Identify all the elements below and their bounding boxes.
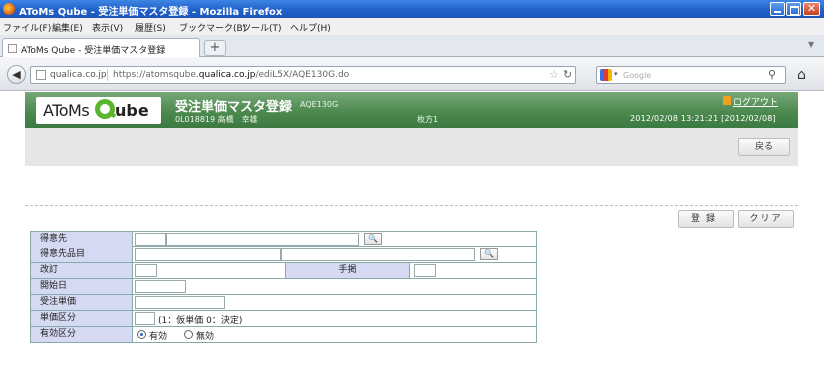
customer-search-button[interactable]: 🔍 bbox=[364, 233, 382, 245]
firefox-logo-icon bbox=[3, 3, 15, 15]
branch-name: 枚方1 bbox=[417, 115, 439, 124]
page-title: 受注単価マスタ登録 bbox=[175, 100, 293, 115]
row-price-category: 単価区分 (1：仮単価 0：決定) bbox=[30, 311, 537, 327]
price-category-input[interactable] bbox=[135, 312, 155, 325]
search-bar[interactable]: ▾ Google ⚲ bbox=[596, 66, 786, 84]
window-title: AToMs Qube - 受注単価マスタ登録 - Mozilla Firefox bbox=[19, 7, 283, 18]
row-unit-price: 受注単価 bbox=[30, 295, 537, 311]
datetime-display: 2012/02/08 13:21:21 [2012/02/08] bbox=[630, 114, 776, 123]
price-category-label: 単価区分 bbox=[31, 311, 133, 326]
tab-atoms-qube[interactable]: AToMs Qube - 受注単価マスタ登録 bbox=[2, 38, 200, 58]
screen-code: AQE130G bbox=[300, 100, 339, 109]
back-button[interactable]: ◀ bbox=[7, 65, 26, 84]
start-date-input[interactable] bbox=[135, 280, 186, 293]
url-bar[interactable]: qualica.co.jp https://atomsqube.qualica.… bbox=[30, 66, 576, 84]
row-start-date: 開始日 bbox=[30, 279, 537, 295]
new-tab-button[interactable]: + bbox=[204, 40, 226, 56]
close-window-button[interactable]: ✕ bbox=[803, 2, 820, 16]
window-titlebar: AToMs Qube - 受注単価マスタ登録 - Mozilla Firefox… bbox=[0, 0, 824, 18]
customer-item-code-input[interactable] bbox=[135, 248, 281, 261]
revision-input[interactable] bbox=[135, 264, 157, 277]
customer-item-label: 得意先品目 bbox=[31, 247, 133, 262]
customer-code-input[interactable] bbox=[135, 233, 166, 246]
app-header: AToMs ube 受注単価マスタ登録 AQE130G 0L018819 高橋 … bbox=[25, 92, 798, 128]
row-customer-item: 得意先品目 🔍 bbox=[30, 247, 537, 263]
home-icon[interactable]: ⌂ bbox=[797, 67, 806, 83]
valid-radio-label: 有効 bbox=[149, 332, 168, 342]
clear-button[interactable]: クリア bbox=[738, 210, 794, 228]
menu-help[interactable]: ヘルプ(H) bbox=[290, 21, 331, 34]
minimize-button[interactable] bbox=[770, 2, 785, 16]
close-icon: ✕ bbox=[806, 2, 817, 15]
url-text: https://atomsqube.qualica.co.jp/ediL5X/A… bbox=[113, 70, 350, 80]
menu-bookmarks[interactable]: ブックマーク(B) bbox=[179, 21, 246, 34]
row-customer: 得意先 🔍 bbox=[30, 231, 537, 247]
search-icon: 🔍 bbox=[368, 234, 378, 243]
google-engine-icon[interactable] bbox=[600, 69, 612, 81]
menu-tools[interactable]: ツール(T) bbox=[242, 21, 282, 34]
page-content: AToMs ube 受注単価マスタ登録 AQE130G 0L018819 高橋 … bbox=[0, 92, 824, 377]
logo-text-atoms: AToMs bbox=[43, 101, 90, 120]
valid-category-label: 有効区分 bbox=[31, 327, 133, 342]
customer-label: 得意先 bbox=[31, 232, 133, 247]
search-icon[interactable]: ⚲ bbox=[768, 68, 776, 81]
page-favicon-icon bbox=[8, 44, 17, 53]
logo-q-icon bbox=[95, 99, 117, 119]
invalid-radio[interactable] bbox=[184, 330, 193, 339]
toolbar: 戻る bbox=[25, 128, 798, 166]
section-divider bbox=[25, 205, 798, 206]
back-page-button[interactable]: 戻る bbox=[738, 138, 790, 156]
hand-over-input[interactable] bbox=[414, 264, 436, 277]
customer-item-search-button[interactable]: 🔍 bbox=[480, 248, 498, 260]
customer-name-input[interactable] bbox=[166, 233, 359, 246]
tab-list-icon[interactable]: ▼ bbox=[808, 40, 814, 49]
start-date-label: 開始日 bbox=[31, 279, 133, 294]
engine-dropdown-icon[interactable]: ▾ bbox=[614, 70, 618, 78]
logout-icon[interactable] bbox=[723, 96, 731, 105]
row-revision: 改訂 手掲 bbox=[30, 263, 537, 279]
menu-history[interactable]: 履歴(S) bbox=[135, 21, 166, 34]
menu-edit[interactable]: 編集(E) bbox=[52, 21, 83, 34]
search-icon: 🔍 bbox=[484, 249, 494, 258]
hand-over-label: 手掲 bbox=[285, 263, 410, 278]
logout-link[interactable]: ログアウト bbox=[733, 95, 778, 108]
search-placeholder: Google bbox=[623, 71, 652, 80]
site-identity-label: qualica.co.jp bbox=[50, 70, 107, 80]
atoms-qube-logo: AToMs ube bbox=[36, 97, 161, 124]
navigation-bar: ◀ qualica.co.jp https://atomsqube.qualic… bbox=[0, 57, 824, 91]
site-identity-icon[interactable] bbox=[36, 70, 46, 80]
maximize-button[interactable] bbox=[786, 2, 801, 16]
tab-title: AToMs Qube - 受注単価マスタ登録 bbox=[21, 46, 166, 56]
menu-file[interactable]: ファイル(F) bbox=[3, 21, 51, 34]
bookmark-star-icon[interactable]: ☆ bbox=[549, 68, 559, 81]
register-button[interactable]: 登録 bbox=[678, 210, 734, 228]
valid-radio[interactable] bbox=[137, 330, 146, 339]
tab-bar: AToMs Qube - 受注単価マスタ登録 + ▼ bbox=[0, 35, 824, 58]
customer-item-name-input[interactable] bbox=[281, 248, 475, 261]
user-info: 0L018819 高橋 幸雄 bbox=[175, 115, 258, 124]
reload-icon[interactable]: ↻ bbox=[563, 68, 572, 81]
menu-view[interactable]: 表示(V) bbox=[92, 21, 123, 34]
logo-text-ube: ube bbox=[115, 101, 149, 120]
unit-price-input[interactable] bbox=[135, 296, 225, 309]
invalid-radio-label: 無効 bbox=[196, 332, 215, 342]
price-category-hint: (1：仮単価 0：決定) bbox=[158, 316, 243, 326]
menu-bar: ファイル(F) 編集(E) 表示(V) 履歴(S) ブックマーク(B) ツール(… bbox=[0, 18, 824, 35]
revision-label: 改訂 bbox=[31, 263, 133, 278]
row-valid-category: 有効区分 有効 無効 bbox=[30, 327, 537, 343]
url-separator bbox=[107, 69, 108, 81]
unit-price-label: 受注単価 bbox=[31, 295, 133, 310]
